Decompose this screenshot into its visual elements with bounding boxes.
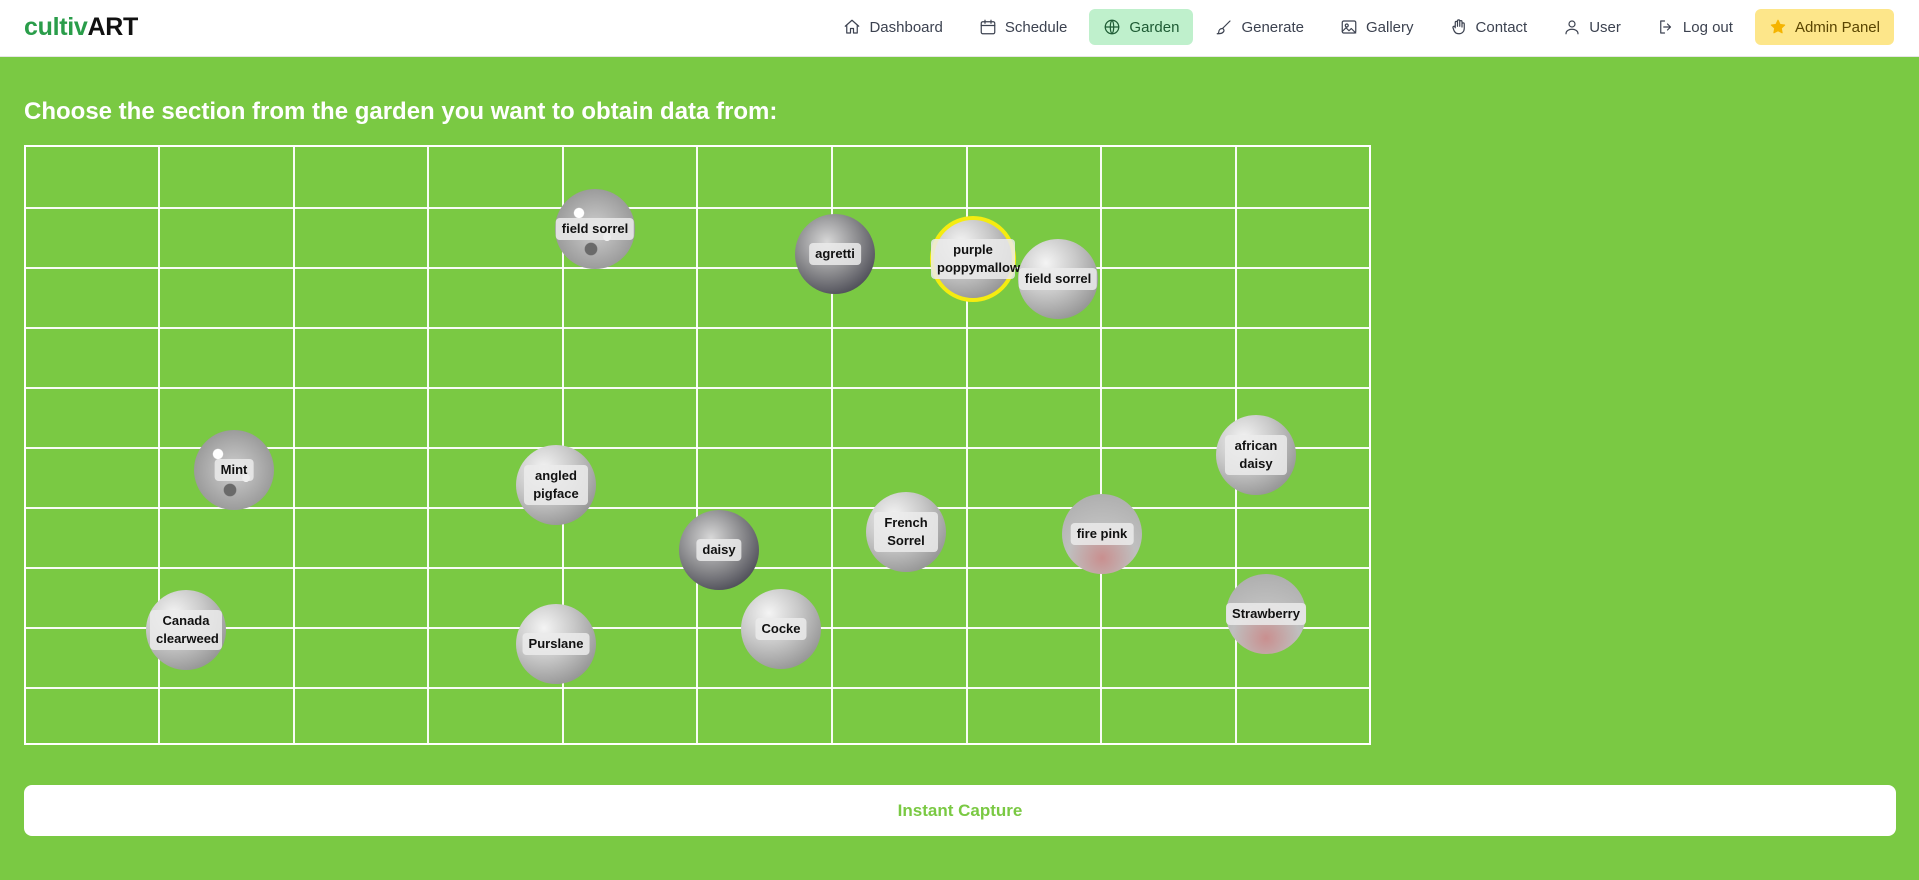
- globe-icon: [1105, 19, 1120, 35]
- plant-marker-french-sorrel[interactable]: French Sorrel: [866, 492, 946, 572]
- plant-label: african daisy: [1225, 435, 1287, 475]
- nav-user[interactable]: User: [1549, 9, 1635, 45]
- plant-marker-purslane[interactable]: Purslane: [516, 604, 596, 684]
- grid-line: [26, 327, 1369, 329]
- plant-marker-cocke[interactable]: Cocke: [741, 589, 821, 669]
- brand-part-1: cultiv: [24, 13, 88, 41]
- grid-line: [26, 387, 1369, 389]
- nav-garden[interactable]: Garden: [1089, 9, 1194, 45]
- plant-marker-canada-clearweed[interactable]: Canada clearweed: [146, 590, 226, 670]
- brand-logo[interactable]: cultivART: [24, 13, 138, 42]
- plant-label: daisy: [696, 539, 742, 561]
- nav-schedule-label: Schedule: [1004, 18, 1068, 36]
- nav-garden-label: Garden: [1129, 18, 1180, 36]
- instant-capture-button[interactable]: Instant Capture: [24, 785, 1896, 836]
- nav-user-label: User: [1589, 18, 1621, 36]
- nav-generate-label: Generate: [1241, 18, 1304, 36]
- logout-icon: [1660, 20, 1671, 34]
- nav-admin-label: Admin Panel: [1794, 18, 1880, 36]
- plant-marker-strawberry[interactable]: Strawberry: [1226, 574, 1306, 654]
- nav-generate[interactable]: Generate: [1201, 9, 1318, 45]
- grid-line: [293, 147, 295, 743]
- calendar-icon: [980, 19, 996, 35]
- plant-marker-field-sorrel-2[interactable]: field sorrel: [1018, 239, 1098, 319]
- nav-contact[interactable]: Contact: [1436, 9, 1542, 45]
- nav-dashboard[interactable]: Dashboard: [829, 9, 956, 45]
- plant-marker-agretti[interactable]: agretti: [795, 214, 875, 294]
- home-icon: [845, 19, 860, 34]
- nav-admin-panel[interactable]: Admin Panel: [1754, 9, 1894, 45]
- plant-label: agretti: [809, 243, 861, 265]
- brush-icon: [1217, 20, 1232, 35]
- hand-icon: [1451, 19, 1465, 35]
- plant-marker-angled-pigface[interactable]: angled pigface: [516, 445, 596, 525]
- garden-grid[interactable]: field sorrel agretti purple poppymallow …: [24, 145, 1371, 745]
- plant-label: Cocke: [755, 618, 807, 640]
- grid-line: [427, 147, 429, 743]
- plant-label: Strawberry: [1226, 603, 1306, 625]
- plant-label: fire pink: [1070, 523, 1134, 545]
- plant-label: Mint: [214, 459, 254, 481]
- plant-marker-african-daisy[interactable]: african daisy: [1216, 415, 1296, 495]
- user-icon: [1565, 20, 1579, 35]
- nav-logout[interactable]: Log out: [1643, 9, 1747, 45]
- grid-line: [696, 147, 698, 743]
- nav-gallery-label: Gallery: [1366, 18, 1414, 36]
- grid-line: [26, 627, 1369, 629]
- plant-label: Purslane: [522, 633, 590, 655]
- plant-marker-purple-poppymallow-selected[interactable]: purple poppymallow: [930, 216, 1020, 302]
- nav-dashboard-label: Dashboard: [869, 18, 943, 36]
- nav-logout-label: Log out: [1682, 18, 1733, 36]
- grid-line: [1100, 147, 1102, 743]
- plant-label: French Sorrel: [874, 512, 938, 552]
- nav-gallery[interactable]: Gallery: [1326, 9, 1428, 45]
- plant-label: field sorrel: [1018, 268, 1098, 290]
- plant-label: angled pigface: [524, 465, 588, 505]
- image-icon: [1341, 20, 1357, 34]
- plant-label: Canada clearweed: [150, 610, 222, 650]
- page-heading: Choose the section from the garden you w…: [24, 98, 778, 125]
- plant-marker-mint[interactable]: Mint: [194, 430, 274, 510]
- nav-menu: Dashboard Schedule Garden Generate Galle…: [829, 9, 1894, 45]
- nav-schedule[interactable]: Schedule: [965, 9, 1082, 45]
- grid-line: [26, 267, 1369, 269]
- plant-label: field sorrel: [555, 218, 635, 240]
- grid-line: [26, 687, 1369, 689]
- star-icon: [1770, 19, 1786, 34]
- plant-marker-daisy[interactable]: daisy: [679, 510, 759, 590]
- brand-part-2: ART: [87, 13, 139, 41]
- nav-contact-label: Contact: [1475, 18, 1528, 36]
- plant-label: purple poppymallow: [931, 239, 1020, 279]
- plant-marker-field-sorrel[interactable]: field sorrel: [555, 189, 635, 269]
- top-navbar: cultivART Dashboard Schedule Garden Gene…: [0, 0, 1919, 57]
- plant-marker-fire-pink[interactable]: fire pink: [1062, 494, 1142, 574]
- grid-line: [26, 207, 1369, 209]
